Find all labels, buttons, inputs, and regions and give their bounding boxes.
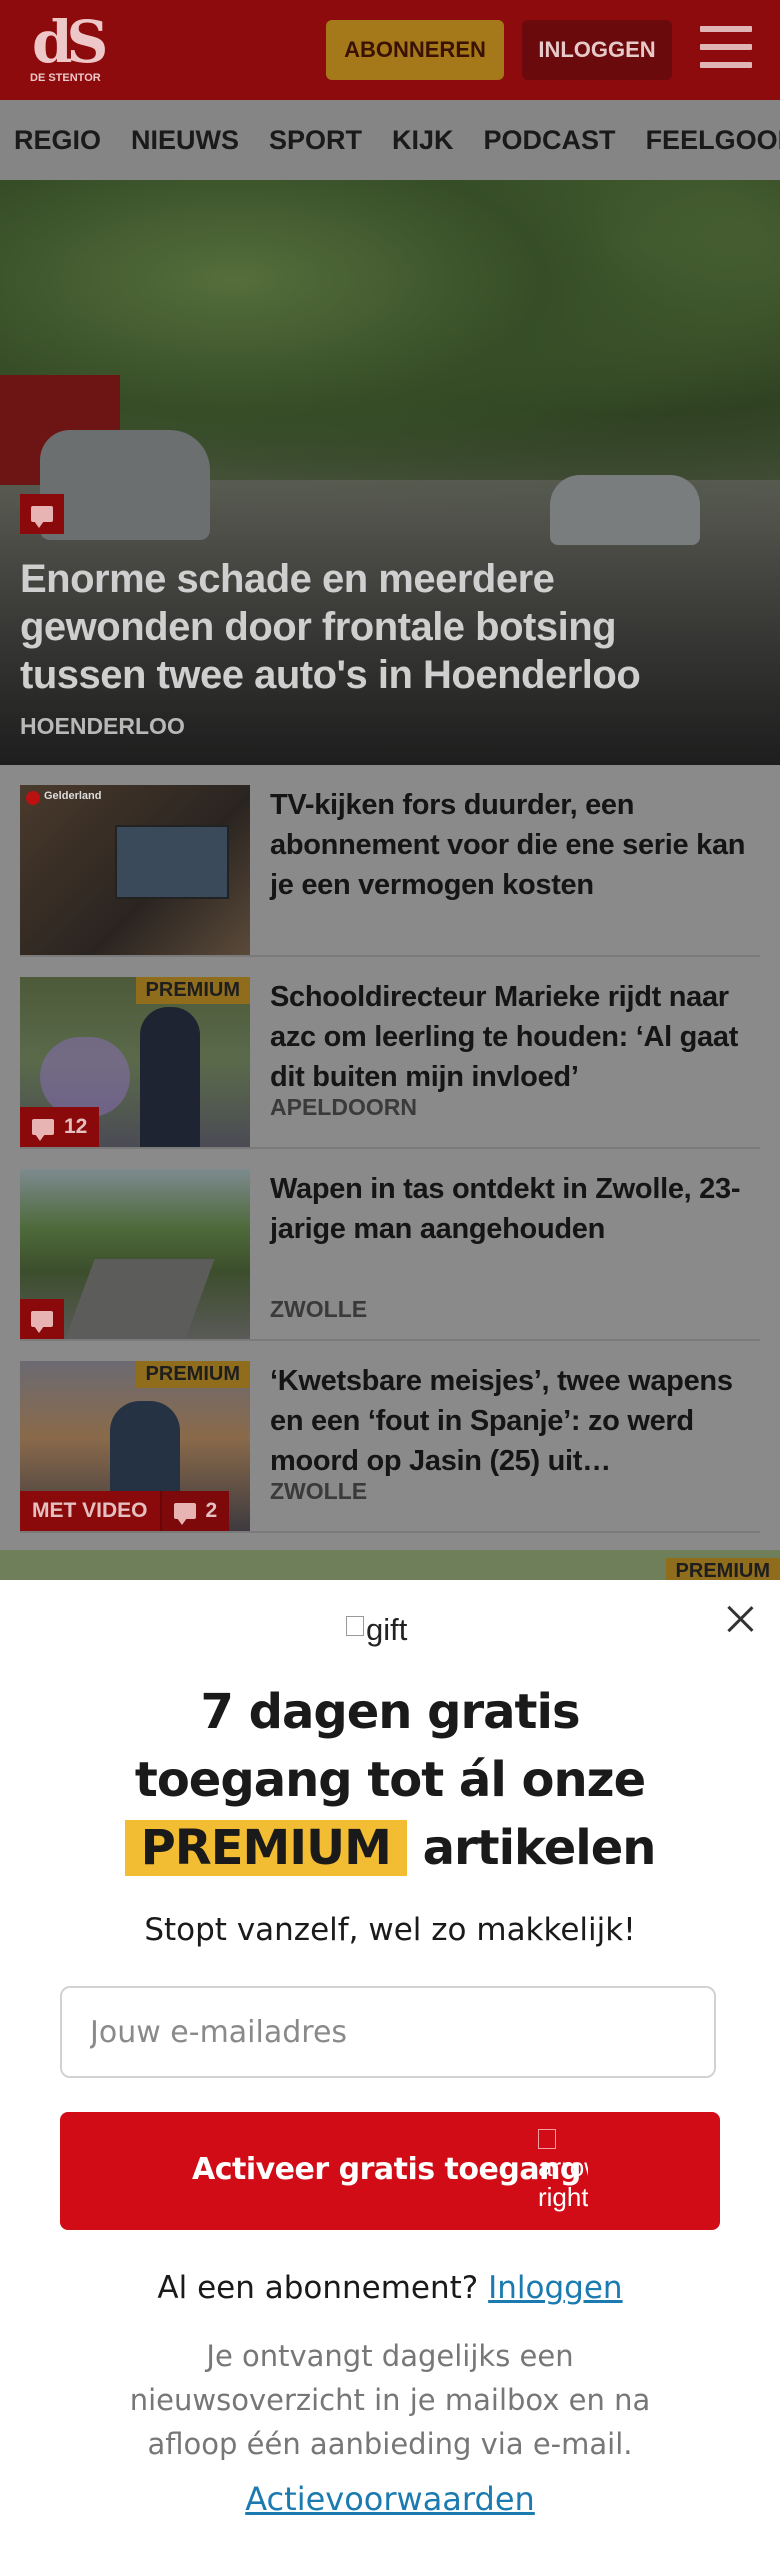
comment-icon [173, 1503, 196, 1525]
article-title[interactable]: ‘Kwetsbare meisjes’, twee wapens en een … [270, 1361, 760, 1481]
category-nav: REGIONIEUWSSPORTKIJKPODCASTFEELGOODI [0, 100, 780, 180]
modal-title: 7 dagen gratis toegang tot ál onze PREMI… [60, 1678, 720, 1882]
logo-subtitle: DE STENTOR [30, 72, 101, 84]
site-header: dS DE STENTOR ABONNEREN INLOGGEN [0, 0, 780, 100]
nav-item-kijk[interactable]: KIJK [392, 100, 454, 180]
logo-letters: dS [32, 8, 108, 76]
subscribe-button[interactable]: ABONNEREN [326, 20, 504, 80]
premium-offer-modal: gift 7 dagen gratis toegang tot ál onze … [0, 1580, 780, 2560]
comment-icon [32, 1119, 54, 1141]
existing-subscription-line: Al een abonnement? Inloggen [157, 2270, 623, 2306]
comment-icon [20, 1299, 64, 1339]
article-title[interactable]: Wapen in tas ontdekt in Zwolle, 23-jarig… [270, 1169, 760, 1249]
article-thumbnail: PREMIUM 12 [20, 977, 250, 1147]
comment-count: 12 [64, 1115, 88, 1138]
article-thumbnail: PREMIUM MET VIDEO 2 [20, 1361, 250, 1531]
terms-link[interactable]: Actievoorwaarden [0, 2480, 780, 2518]
nav-item-feelgood[interactable]: FEELGOOD [646, 100, 780, 180]
email-field[interactable] [60, 1986, 716, 2078]
modal-subtitle: Stopt vanzelf, wel zo makkelijk! [144, 1912, 636, 1948]
hero-location: HOENDERLOO [20, 713, 185, 739]
nav-item-regio[interactable]: REGIO [14, 100, 101, 180]
de-stentor-logo[interactable]: dS DE STENTOR [30, 8, 110, 90]
list-item[interactable]: Wapen in tas ontdekt in Zwolle, 23-jarig… [20, 1149, 760, 1341]
video-label: MET VIDEO [32, 1499, 148, 1522]
comment-count-badge: 12 [20, 1107, 100, 1147]
comment-icon [20, 494, 64, 534]
close-icon[interactable] [722, 1602, 758, 1638]
nav-item-sport[interactable]: SPORT [269, 100, 362, 180]
nav-item-podcast[interactable]: PODCAST [484, 100, 616, 180]
hero-title[interactable]: Enorme schade en meerdere gewonden door … [20, 555, 740, 699]
article-title[interactable]: TV-kijken fors duurder, een abonnement v… [270, 785, 760, 905]
comment-count: 2 [205, 1499, 218, 1522]
article-location: APELDOORN [270, 1094, 417, 1120]
premium-badge: PREMIUM [135, 1361, 250, 1388]
login-link[interactable]: Inloggen [488, 2270, 622, 2306]
gift-icon: gift [346, 1612, 436, 1652]
article-thumbnail: Gelderland [20, 785, 250, 955]
hero-article[interactable]: Enorme schade en meerdere gewonden door … [0, 180, 780, 765]
arrow-right-icon: arrow right [538, 2122, 588, 2222]
premium-highlight: PREMIUM [124, 1820, 407, 1876]
list-item[interactable]: PREMIUM 12 Schooldirecteur Marieke rijdt… [20, 957, 760, 1149]
thumbnail-tag: Gelderland [44, 790, 102, 802]
info-text: Je ontvangt dagelijks een nieuwsoverzich… [129, 2339, 651, 2461]
nav-item-nieuws[interactable]: NIEUWS [131, 100, 239, 180]
article-location: ZWOLLE [270, 1478, 368, 1504]
list-item[interactable]: Gelderland TV-kijken fors duurder, een a… [20, 765, 760, 957]
activate-button-label: Activeer gratis toegang [192, 2152, 581, 2187]
article-title[interactable]: Schooldirecteur Marieke rijdt naar azc o… [270, 977, 760, 1097]
video-badge: MET VIDEO 2 [20, 1491, 230, 1531]
hamburger-menu-icon[interactable] [700, 26, 752, 72]
article-location: ZWOLLE [270, 1296, 368, 1322]
premium-badge: PREMIUM [135, 977, 250, 1004]
login-button[interactable]: INLOGGEN [522, 20, 672, 80]
list-item[interactable]: PREMIUM MET VIDEO 2 ‘Kwetsbare meisjes’,… [20, 1341, 760, 1533]
next-article-peek[interactable]: PREMIUM [0, 1550, 780, 1585]
activate-button[interactable]: Activeer gratis toegang arrow right [60, 2112, 720, 2230]
article-thumbnail [20, 1169, 250, 1339]
